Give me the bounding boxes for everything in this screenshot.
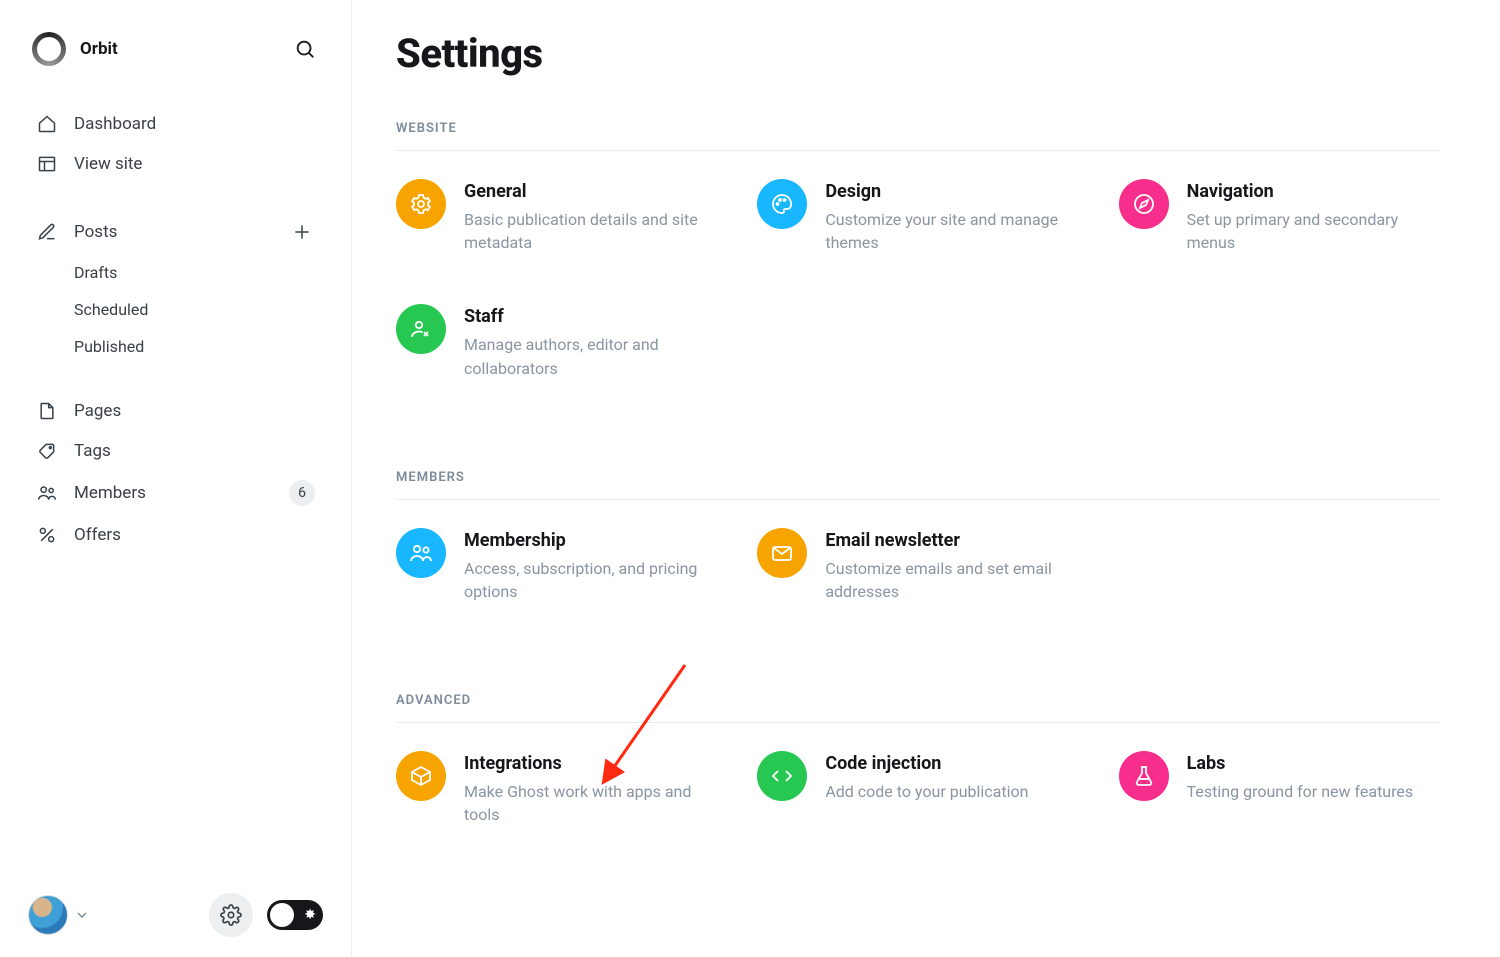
tile-title: Design [825, 181, 1078, 202]
tile-desc: Make Ghost work with apps and tools [464, 780, 717, 826]
tile-title: Labs [1187, 753, 1413, 774]
sidebar: Orbit Dashboard View site [0, 0, 352, 957]
tile-title: Membership [464, 530, 717, 551]
tile-desc: Customize emails and set email addresses [825, 557, 1078, 603]
sidebar-label: Offers [74, 525, 121, 545]
sidebar-label: View site [74, 154, 142, 174]
tile-title: Staff [464, 306, 717, 327]
palette-icon [757, 179, 807, 229]
tile-labs[interactable]: Labs Testing ground for new features [1119, 751, 1440, 826]
tile-email-newsletter[interactable]: Email newsletter Customize emails and se… [757, 528, 1078, 603]
nav-list: Dashboard View site Posts [0, 104, 351, 555]
tile-title: Integrations [464, 753, 717, 774]
sidebar-item-view-site[interactable]: View site [20, 144, 331, 184]
sidebar-item-published[interactable]: Published [20, 328, 331, 365]
section-advanced: ADVANCED Integrations Make Ghost work wi… [396, 693, 1440, 826]
section-header: MEMBERS [396, 470, 1440, 500]
flask-icon [1119, 751, 1169, 801]
brand-logo-icon [32, 32, 66, 66]
chevron-down-icon [74, 907, 90, 923]
sidebar-label: Dashboard [74, 114, 156, 134]
sidebar-label: Pages [74, 401, 121, 421]
tile-integrations[interactable]: Integrations Make Ghost work with apps a… [396, 751, 717, 826]
section-header: ADVANCED [396, 693, 1440, 723]
nav-spacer [20, 184, 331, 210]
sidebar-item-pages[interactable]: Pages [20, 391, 331, 431]
section-website: WEBSITE General Basic publication detail… [396, 121, 1440, 380]
sidebar-label: Scheduled [74, 300, 148, 319]
members-icon [36, 482, 58, 504]
code-icon [757, 751, 807, 801]
user-menu[interactable] [28, 895, 90, 935]
sidebar-item-drafts[interactable]: Drafts [20, 254, 331, 291]
avatar [28, 895, 68, 935]
sun-icon: ✸ [304, 907, 316, 923]
tile-code-injection[interactable]: Code injection Add code to your publicat… [757, 751, 1078, 826]
members-count-badge: 6 [289, 480, 315, 506]
staff-icon [396, 304, 446, 354]
offers-icon [36, 524, 58, 546]
theme-toggle[interactable]: ✸ [267, 900, 323, 930]
sidebar-item-tags[interactable]: Tags [20, 431, 331, 471]
box-icon [396, 751, 446, 801]
new-post-button[interactable] [289, 219, 315, 245]
gear-icon [396, 179, 446, 229]
search-button[interactable] [291, 35, 319, 63]
tile-desc: Basic publication details and site metad… [464, 208, 717, 254]
brand[interactable]: Orbit [32, 32, 118, 66]
tag-icon [36, 440, 58, 462]
tile-desc: Testing ground for new features [1187, 780, 1413, 803]
navigation-icon [1119, 179, 1169, 229]
sidebar-label: Members [74, 483, 146, 503]
tile-title: General [464, 181, 717, 202]
section-members: MEMBERS Membership Access, subscription,… [396, 470, 1440, 603]
mail-icon [757, 528, 807, 578]
sidebar-item-posts[interactable]: Posts [20, 210, 331, 254]
tile-title: Navigation [1187, 181, 1440, 202]
settings-button[interactable] [209, 893, 253, 937]
toggle-knob [270, 903, 294, 927]
tile-desc: Customize your site and manage themes [825, 208, 1078, 254]
tile-desc: Set up primary and secondary menus [1187, 208, 1440, 254]
tile-title: Email newsletter [825, 530, 1078, 551]
edit-icon [36, 221, 58, 243]
tile-desc: Manage authors, editor and collaborators [464, 333, 717, 379]
page-title: Settings [396, 30, 1440, 77]
sidebar-label: Drafts [74, 263, 117, 282]
tile-desc: Access, subscription, and pricing option… [464, 557, 717, 603]
nav-spacer [20, 365, 331, 391]
page-icon [36, 400, 58, 422]
sidebar-item-scheduled[interactable]: Scheduled [20, 291, 331, 328]
section-header: WEBSITE [396, 121, 1440, 151]
sidebar-label: Posts [74, 222, 117, 242]
tile-desc: Add code to your publication [825, 780, 1028, 803]
members-icon [396, 528, 446, 578]
tile-membership[interactable]: Membership Access, subscription, and pri… [396, 528, 717, 603]
sidebar-item-offers[interactable]: Offers [20, 515, 331, 555]
plus-icon [292, 222, 312, 242]
tile-design[interactable]: Design Customize your site and manage th… [757, 179, 1078, 254]
tile-general[interactable]: General Basic publication details and si… [396, 179, 717, 254]
search-icon [294, 38, 316, 60]
layout-icon [36, 153, 58, 175]
sidebar-item-members[interactable]: Members 6 [20, 471, 331, 515]
brand-name: Orbit [80, 39, 118, 59]
sidebar-label: Published [74, 337, 144, 356]
sidebar-label: Tags [74, 441, 111, 461]
main-content: Settings WEBSITE General Basic publicati… [352, 0, 1500, 957]
sidebar-item-dashboard[interactable]: Dashboard [20, 104, 331, 144]
home-icon [36, 113, 58, 135]
gear-icon [220, 904, 242, 926]
tile-navigation[interactable]: Navigation Set up primary and secondary … [1119, 179, 1440, 254]
tile-title: Code injection [825, 753, 1028, 774]
tile-staff[interactable]: Staff Manage authors, editor and collabo… [396, 304, 717, 379]
